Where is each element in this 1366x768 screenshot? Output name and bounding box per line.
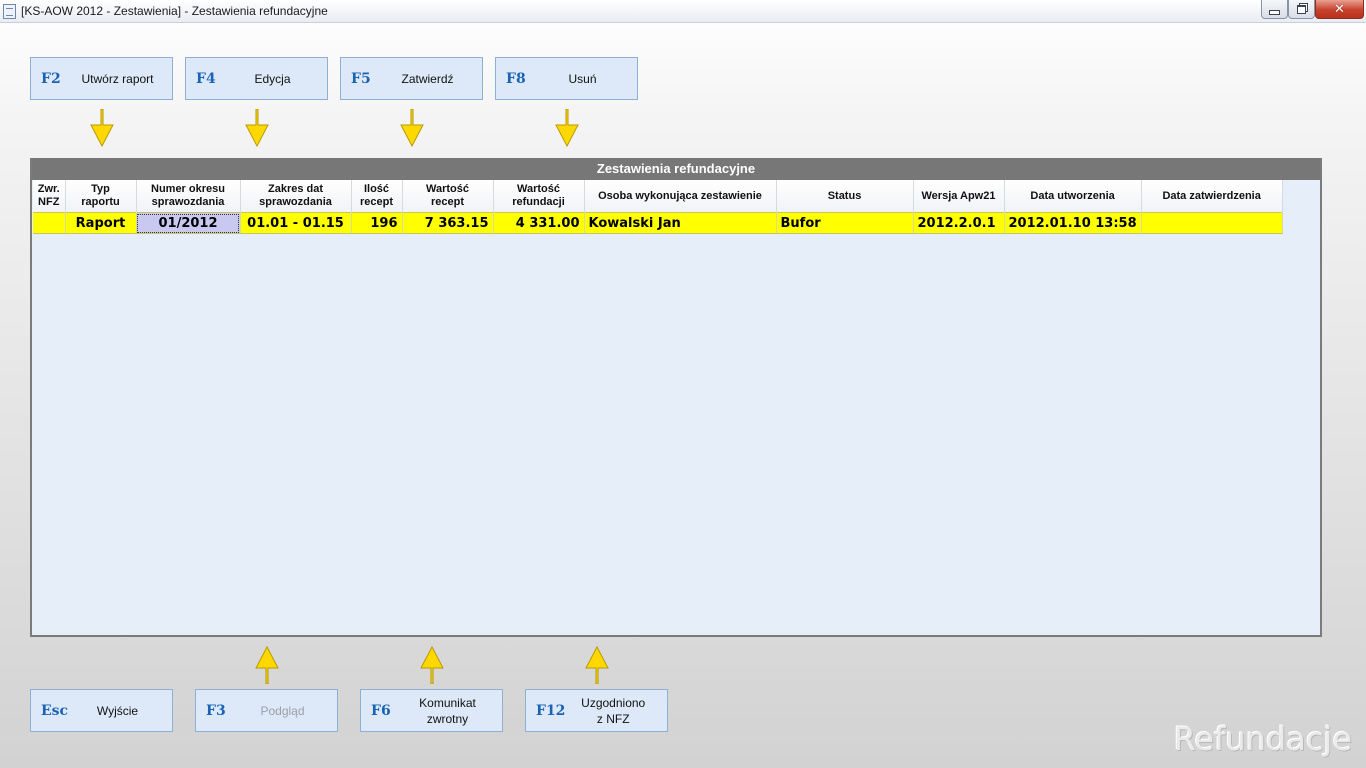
cell-status[interactable]: Bufor [776, 212, 914, 234]
edit-button[interactable]: F4 Edycja [185, 57, 328, 100]
window-title: [KS-AOW 2012 - Zestawienia] - Zestawieni… [21, 4, 328, 18]
exit-button[interactable]: Esc Wyjście [30, 689, 173, 732]
key-label: Esc [41, 702, 69, 719]
button-label: Edycja [254, 71, 291, 86]
button-label: Zatwierdź [401, 71, 454, 86]
button-label: Utwórz raport [81, 71, 154, 86]
restore-icon [1297, 4, 1306, 14]
cell-prescription-count[interactable]: 196 [351, 212, 403, 234]
cell-version[interactable]: 2012.2.0.1 [913, 212, 1005, 234]
minimize-button[interactable] [1261, 0, 1288, 19]
arrow-up-icon [420, 646, 444, 684]
arrow-down-icon [555, 109, 579, 147]
key-label: F8 [506, 70, 526, 87]
panel-title: Zestawienia refundacyjne [32, 158, 1320, 180]
cell-prescription-value[interactable]: 7 363.15 [402, 212, 494, 234]
column-header[interactable]: Osoba wykonująca zestawienie [584, 180, 777, 213]
module-watermark: Refundacje [1173, 720, 1352, 758]
key-label: F5 [351, 70, 371, 87]
cell-person[interactable]: Kowalski Jan [584, 212, 777, 234]
button-label: Uzgodniono z NFZ [581, 695, 646, 726]
column-header[interactable]: Data utworzenia [1004, 180, 1142, 213]
agreed-with-nfz-button[interactable]: F12 Uzgodniono z NFZ [525, 689, 668, 732]
close-icon: ✕ [1334, 1, 1345, 17]
arrow-down-icon [400, 109, 424, 147]
key-label: F6 [371, 702, 391, 719]
column-header[interactable]: Ilość recept [351, 180, 403, 213]
cell-zwr-nfz[interactable] [33, 212, 66, 234]
minimize-icon [1269, 9, 1280, 15]
cell-created-date[interactable]: 2012.01.10 13:58 [1004, 212, 1142, 234]
key-label: F4 [196, 70, 216, 87]
cell-report-type[interactable]: Raport [65, 212, 137, 234]
create-report-button[interactable]: F2 Utwórz raport [30, 57, 173, 100]
button-label: Wyjście [96, 703, 139, 718]
restore-button[interactable] [1288, 0, 1315, 19]
arrow-up-icon [585, 646, 609, 684]
preview-button[interactable]: F3 Podgląd [195, 689, 338, 732]
return-message-button[interactable]: F6 Komunikat zwrotny [360, 689, 503, 732]
column-header[interactable]: Wartość recept [402, 180, 494, 213]
cell-approved-date[interactable] [1141, 212, 1283, 234]
approve-button[interactable]: F5 Zatwierdź [340, 57, 483, 100]
refund-statements-panel: Zestawienia refundacyjne Zwr. NFZ Typ rapo… [30, 158, 1322, 637]
arrow-down-icon [245, 109, 269, 147]
key-label: F2 [41, 70, 61, 87]
delete-button[interactable]: F8 Usuń [495, 57, 638, 100]
button-label: Komunikat zwrotny [419, 695, 476, 726]
column-header[interactable]: Zakres dat sprawozdania [240, 180, 352, 213]
column-header[interactable]: Status [776, 180, 914, 213]
key-label: F3 [206, 702, 226, 719]
app-icon[interactable] [3, 4, 16, 19]
column-header[interactable]: Typ raportu [65, 180, 137, 213]
column-header[interactable]: Zwr. NFZ [33, 180, 66, 213]
title-bar: [KS-AOW 2012 - Zestawienia] - Zestawieni… [0, 0, 1366, 23]
table-header-row: Zwr. NFZ Typ raportu Numer okresu sprawozda… [33, 180, 1283, 213]
arrow-down-icon [90, 109, 114, 147]
arrow-up-icon [255, 646, 279, 684]
table-row[interactable]: Raport 01/2012 01.01 - 01.15 196 7 363.1… [33, 212, 1283, 234]
close-button[interactable]: ✕ [1315, 0, 1364, 19]
column-header[interactable]: Data zatwierdzenia [1141, 180, 1283, 213]
button-label: Usuń [568, 71, 597, 86]
statements-table: Zwr. NFZ Typ raportu Numer okresu sprawozda… [33, 180, 1283, 234]
cell-period-number[interactable]: 01/2012 [136, 212, 241, 234]
column-header[interactable]: Wersja Apw21 [913, 180, 1005, 213]
cell-refund-value[interactable]: 4 331.00 [493, 212, 585, 234]
column-header[interactable]: Numer okresu sprawozdania [136, 180, 241, 213]
key-label: F12 [536, 702, 566, 719]
cell-date-range[interactable]: 01.01 - 01.15 [240, 212, 352, 234]
button-label: Podgląd [260, 703, 305, 718]
column-header[interactable]: Wartość refundacji [493, 180, 585, 213]
